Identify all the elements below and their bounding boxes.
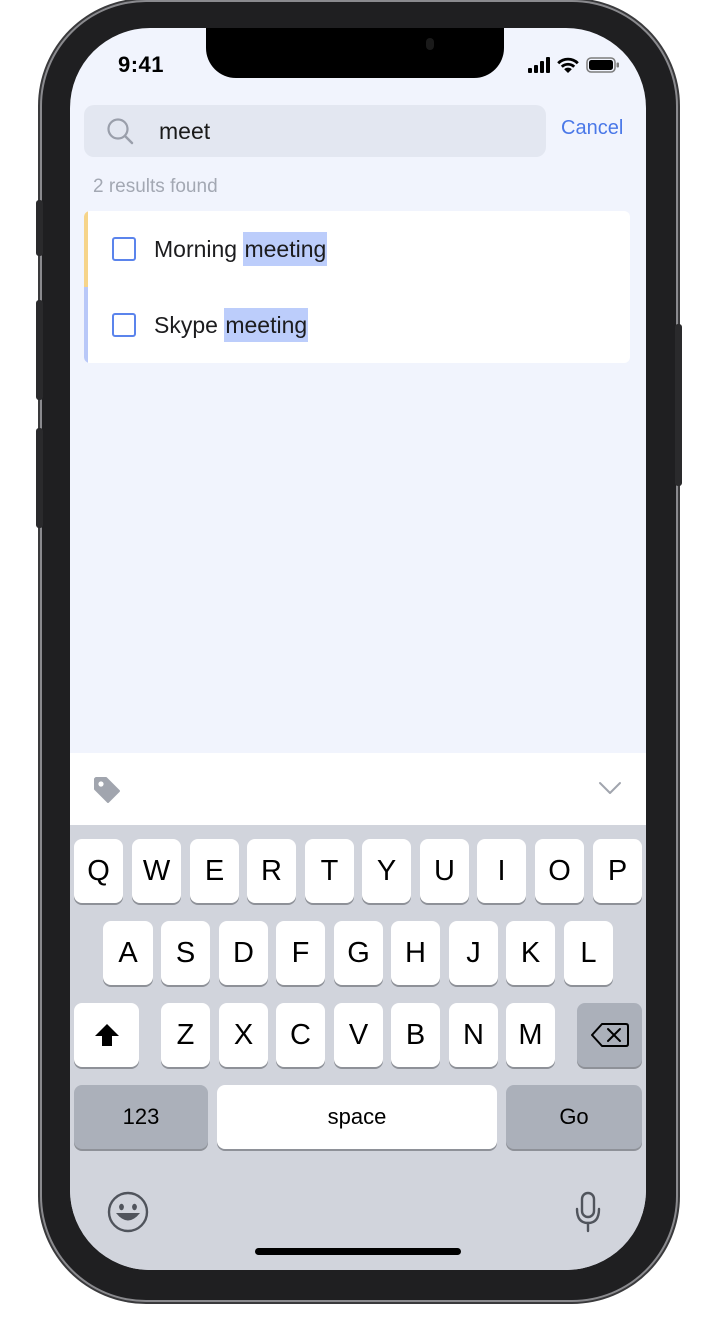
result-item[interactable]: Skype meeting <box>84 287 630 363</box>
status-time: 9:41 <box>118 52 165 77</box>
key-g[interactable]: G <box>334 921 383 985</box>
go-key[interactable]: Go <box>506 1085 642 1149</box>
tag-icon[interactable] <box>92 775 122 805</box>
phone-silent-switch <box>36 200 43 256</box>
cellular-signal-icon <box>528 57 550 73</box>
key-a[interactable]: A <box>103 921 153 985</box>
key-r[interactable]: R <box>247 839 296 903</box>
result-title[interactable]: Skype meeting <box>154 307 309 342</box>
phone-volume-down <box>36 428 43 528</box>
key-j[interactable]: J <box>449 921 498 985</box>
key-h[interactable]: H <box>391 921 440 985</box>
search-input[interactable] <box>159 105 529 157</box>
wifi-icon <box>557 57 579 73</box>
home-indicator[interactable] <box>255 1248 461 1255</box>
backspace-icon <box>590 1023 629 1047</box>
key-p[interactable]: P <box>593 839 642 903</box>
key-k[interactable]: K <box>506 921 555 985</box>
phone-volume-up <box>36 300 43 400</box>
shift-arrow-icon <box>94 1024 119 1046</box>
match-highlight: meeting <box>224 307 309 342</box>
microphone-icon[interactable] <box>574 1191 602 1233</box>
key-x[interactable]: X <box>219 1003 268 1067</box>
key-u[interactable]: U <box>420 839 469 903</box>
key-m[interactable]: M <box>506 1003 555 1067</box>
search-bar[interactable] <box>84 105 546 157</box>
backspace-key[interactable] <box>577 1003 642 1067</box>
key-o[interactable]: O <box>535 839 584 903</box>
result-title-prefix: Morning <box>154 235 244 262</box>
result-title-prefix: Skype <box>154 311 225 338</box>
key-t[interactable]: T <box>305 839 354 903</box>
status-icons <box>528 56 620 74</box>
key-w[interactable]: W <box>132 839 181 903</box>
key-q[interactable]: Q <box>74 839 123 903</box>
results-list: Morning meeting Skype meeting <box>84 211 630 363</box>
key-c[interactable]: C <box>276 1003 325 1067</box>
results-count: 2 results found <box>93 176 218 197</box>
result-item[interactable]: Morning meeting <box>84 211 630 287</box>
task-checkbox[interactable] <box>112 313 136 337</box>
key-e[interactable]: E <box>190 839 239 903</box>
key-z[interactable]: Z <box>161 1003 210 1067</box>
keyboard-accessory-bar <box>70 753 646 825</box>
emoji-icon[interactable] <box>106 1190 150 1234</box>
key-l[interactable]: L <box>564 921 613 985</box>
key-s[interactable]: S <box>161 921 210 985</box>
task-checkbox[interactable] <box>112 237 136 261</box>
screen: 9:41 Cancel 2 results found Morning meet… <box>70 28 646 1270</box>
keyboard: Q W E R T Y U I O P A S D F G H J K L Z … <box>70 825 646 1270</box>
cancel-button[interactable]: Cancel <box>561 117 623 140</box>
key-d[interactable]: D <box>219 921 268 985</box>
result-title[interactable]: Morning meeting <box>154 231 328 266</box>
key-f[interactable]: F <box>276 921 325 985</box>
phone-power-button <box>675 324 682 486</box>
battery-icon <box>586 57 619 73</box>
search-icon <box>107 118 134 145</box>
numbers-key[interactable]: 123 <box>74 1085 208 1149</box>
key-i[interactable]: I <box>477 839 526 903</box>
priority-bar <box>84 287 88 363</box>
notch <box>206 28 504 78</box>
key-v[interactable]: V <box>334 1003 383 1067</box>
space-key[interactable]: space <box>217 1085 497 1149</box>
match-highlight: meeting <box>243 231 328 266</box>
shift-key[interactable] <box>74 1003 139 1067</box>
key-y[interactable]: Y <box>362 839 411 903</box>
priority-bar <box>84 211 88 287</box>
chevron-down-icon[interactable] <box>598 781 622 795</box>
key-n[interactable]: N <box>449 1003 498 1067</box>
key-b[interactable]: B <box>391 1003 440 1067</box>
